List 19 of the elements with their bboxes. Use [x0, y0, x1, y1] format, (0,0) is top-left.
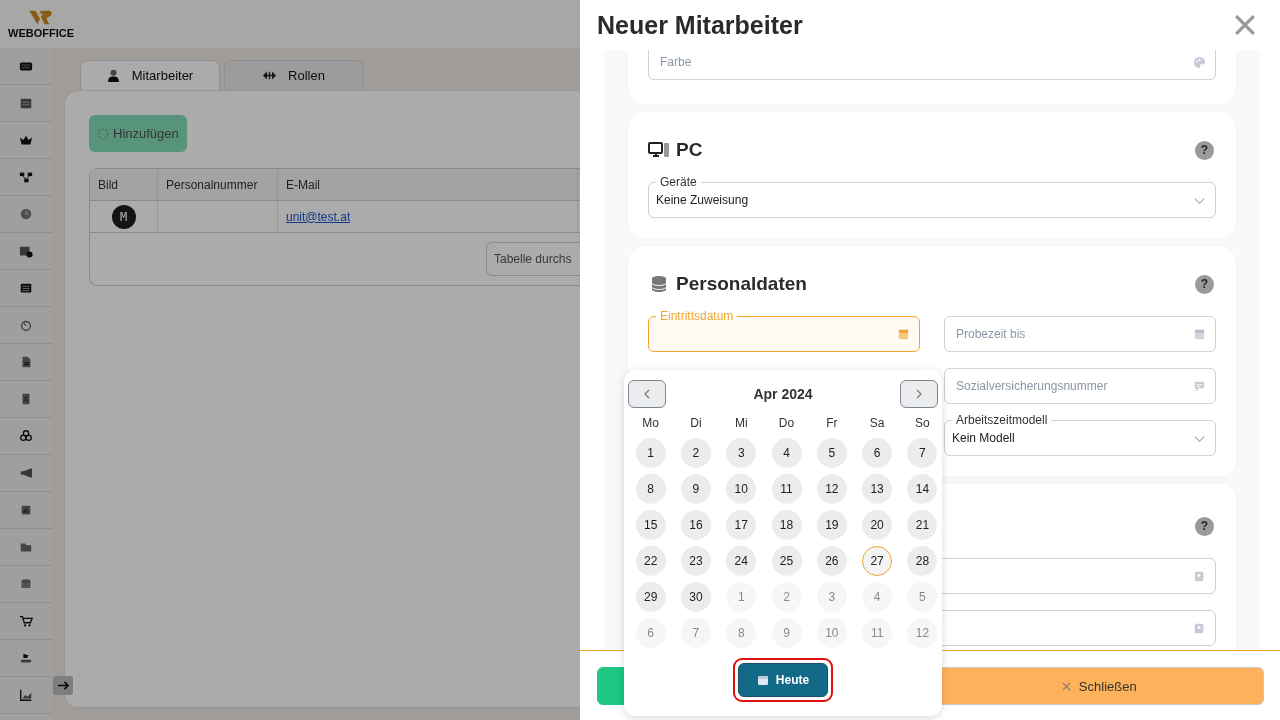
field-label: Arbeitszeitmodell [952, 413, 1052, 427]
weekday-label: Mi [734, 416, 748, 432]
weekday-label: Fr [826, 416, 838, 432]
column-header: Personalnummer [158, 169, 278, 200]
field-label: Geräte [656, 175, 701, 189]
section-title: PC [676, 139, 703, 161]
weekday-label: Di [690, 416, 702, 432]
column-header: Bild [90, 169, 158, 200]
weekday-label: Sa [869, 416, 885, 432]
weekday-label: Do [778, 416, 795, 432]
weekday-label: So [915, 416, 930, 432]
logo-text: WEBOFFICE [8, 27, 74, 39]
weekday-label: Mo [642, 416, 659, 432]
section-title: Personaldaten [676, 273, 807, 295]
month-label: Apr 2024 [753, 386, 813, 402]
panel-title: Neuer Mitarbeiter [597, 10, 803, 40]
avatar: M [111, 204, 136, 229]
column-header: E-Mail [278, 169, 578, 200]
field-label: Eintrittsdatum [656, 309, 738, 323]
